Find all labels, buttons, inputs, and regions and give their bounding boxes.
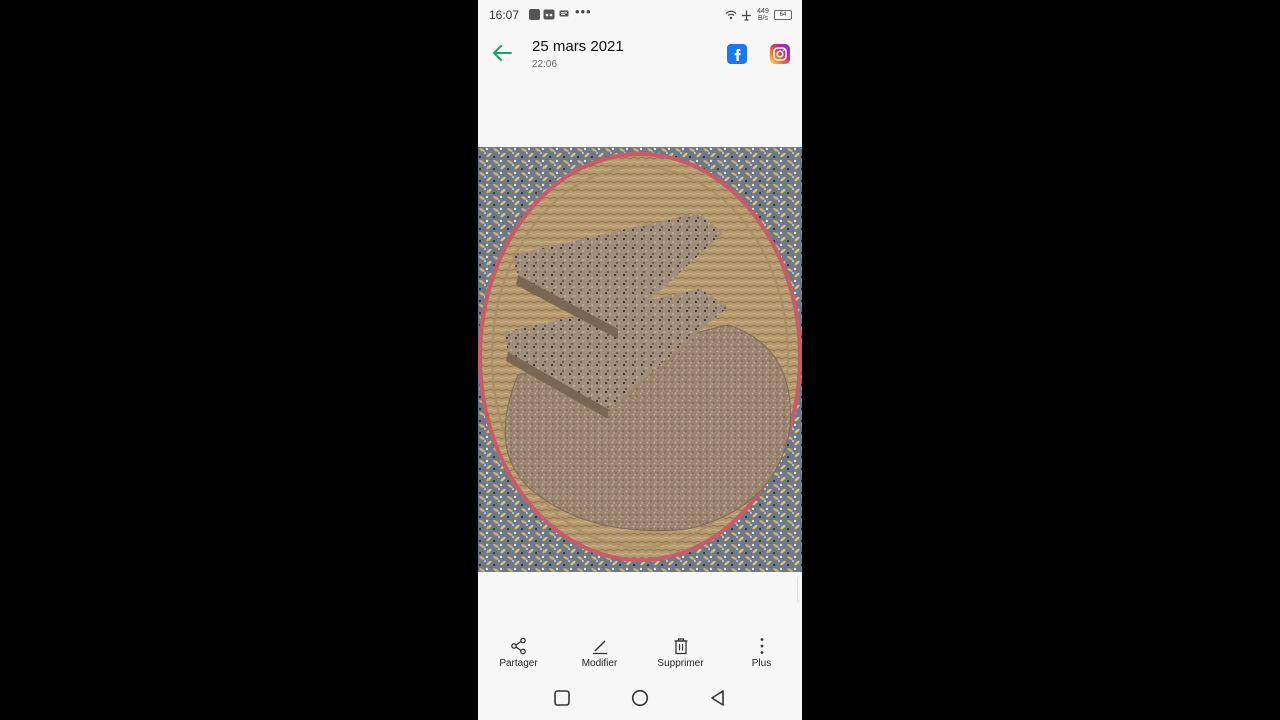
- photo-header: 25 mars 2021 22:06: [478, 30, 802, 80]
- trash-icon: [674, 638, 687, 655]
- share-label: Partager: [499, 658, 538, 669]
- scroll-edge-handle[interactable]: [797, 575, 802, 603]
- bread-photo[interactable]: [478, 147, 802, 572]
- gamepad-icon: [543, 9, 555, 20]
- edit-icon: [592, 640, 607, 655]
- airplane-icon: [742, 10, 751, 21]
- status-bar: 16:07 ••• 449 B/s 64: [478, 0, 802, 30]
- status-right-group: 449 B/s 64: [725, 6, 792, 24]
- home-icon[interactable]: [629, 688, 651, 708]
- delete-button[interactable]: Supprimer: [640, 628, 721, 676]
- delete-label: Supprimer: [657, 658, 704, 669]
- notification-square-icon: [529, 9, 540, 20]
- phone-screen: 16:07 ••• 449 B/s 64 25 mars 2021 22:06 …: [478, 0, 802, 720]
- edit-button[interactable]: Modifier: [559, 628, 640, 676]
- back-triangle-icon[interactable]: [707, 688, 729, 708]
- system-nav-bar: [478, 676, 802, 720]
- more-button[interactable]: Plus: [721, 628, 802, 676]
- instagram-icon[interactable]: [770, 44, 790, 64]
- photo-toolbar: Partager Modifier Supprimer Plus: [478, 628, 802, 676]
- battery-icon: 64: [774, 10, 792, 20]
- status-time: 16:07: [489, 8, 520, 22]
- facebook-icon[interactable]: [727, 44, 747, 64]
- more-label: Plus: [751, 658, 772, 669]
- more-vertical-icon: [760, 638, 763, 654]
- share-icon: [510, 637, 526, 655]
- network-speed: 449 B/s: [757, 8, 769, 22]
- share-button[interactable]: Partager: [478, 628, 559, 676]
- wifi-icon: [725, 10, 737, 20]
- message-icon: [559, 10, 569, 17]
- more-dots-icon: •••: [575, 4, 592, 19]
- arrow-left-icon[interactable]: [490, 42, 516, 64]
- photo-time: 22:06: [532, 59, 558, 70]
- recent-apps-icon[interactable]: [551, 688, 573, 708]
- photo-date: 25 mars 2021: [532, 38, 624, 55]
- edit-label: Modifier: [581, 658, 618, 669]
